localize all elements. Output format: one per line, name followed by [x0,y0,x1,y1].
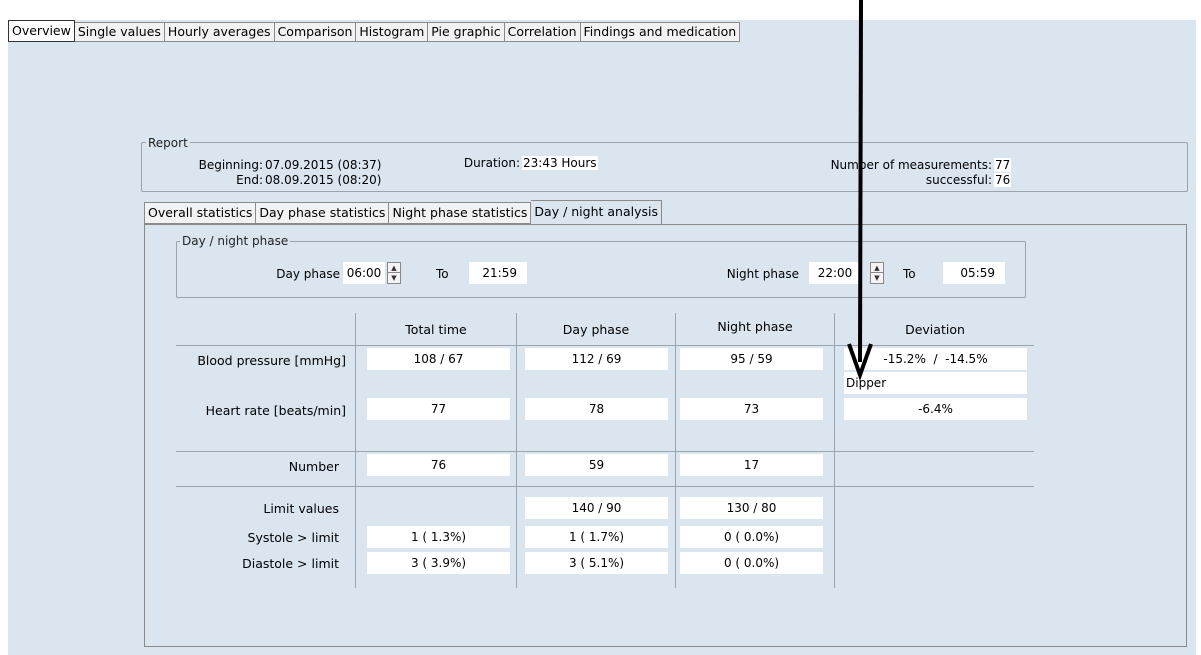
diastole-day: 3 ( 5.1%) [525,552,668,574]
row-label-blood-pressure: Blood pressure [mmHg] [197,353,346,368]
number-total: 76 [367,454,510,476]
spinner-down-icon[interactable]: ▼ [871,273,883,283]
hr-day: 78 [525,398,668,420]
night-phase-start-input[interactable]: 22:00 [809,262,861,284]
systole-day: 1 ( 1.7%) [525,526,668,548]
table-header-divider [176,345,1034,346]
header-day-phase: Day phase [562,322,630,337]
night-to-label: To [903,267,916,281]
tab-day-phase-statistics[interactable]: Day phase statistics [256,202,390,224]
row-label-heart-rate: Heart rate [beats/min] [205,403,346,418]
day-phase-spinner[interactable]: ▲ ▼ [387,262,401,284]
day-to-label: To [436,267,449,281]
day-phase-start-input[interactable]: 06:00 [343,262,385,284]
limit-day: 140 / 90 [525,497,668,519]
row-label-number: Number [288,459,339,474]
tab-hourly-averages[interactable]: Hourly averages [164,22,275,42]
row-label-diastole: Diastole > limit [242,556,339,571]
main-tab-bar: Overview Single values Hourly averages C… [8,20,741,42]
bp-night: 95 / 59 [680,348,823,370]
day-phase-end-input[interactable]: 21:59 [469,262,527,284]
end-value: 08.09.2015 (08:20) [265,173,382,187]
col-divider-1 [355,313,356,588]
tab-findings-medication[interactable]: Findings and medication [580,22,741,42]
limit-night: 130 / 80 [680,497,823,519]
diastole-night: 0 ( 0.0%) [680,552,823,574]
systole-total: 1 ( 1.3%) [367,526,510,548]
col-divider-4 [834,313,835,588]
phase-legend: Day / night phase [180,234,291,248]
number-day: 59 [525,454,668,476]
bp-day: 112 / 69 [525,348,668,370]
night-phase-spinner[interactable]: ▲ ▼ [870,262,884,284]
duration-label: Duration: [463,156,520,170]
measurements-value: 77 [994,158,1012,172]
hr-deviation: -6.4% [844,398,1027,420]
header-total-time: Total time [405,322,467,337]
successful-value: 76 [994,173,1012,187]
header-deviation: Deviation [905,322,965,337]
end-label: End: [236,173,263,187]
report-legend: Report [146,136,190,150]
beginning-value: 07.09.2015 (08:37) [265,158,382,172]
statistics-tab-bar: Overall statistics Day phase statistics … [144,200,662,224]
hr-night: 73 [680,398,823,420]
duration-value: 23:43 Hours [522,156,598,170]
successful-label: successful: [925,173,992,187]
tab-pie-graphic[interactable]: Pie graphic [428,22,505,42]
row-label-limit-values: Limit values [263,501,339,516]
bp-deviation: -15.2% / -14.5% [844,348,1027,370]
row-label-systole: Systole > limit [247,530,339,545]
spinner-up-icon[interactable]: ▲ [388,263,400,273]
tab-single-values[interactable]: Single values [74,22,165,42]
header-night-phase: Night phase [717,319,793,334]
col-divider-3 [675,313,676,588]
spinner-down-icon[interactable]: ▼ [388,273,400,283]
bp-total: 108 / 67 [367,348,510,370]
col-divider-2 [516,313,517,588]
night-phase-end-input[interactable]: 05:59 [943,262,1005,284]
tab-overview[interactable]: Overview [8,20,75,42]
table-divider-number [176,451,1034,452]
tab-overall-statistics[interactable]: Overall statistics [144,202,257,224]
tab-histogram[interactable]: Histogram [356,22,429,42]
tab-day-night-analysis[interactable]: Day / night analysis [531,200,662,224]
measurements-label: Number of measurements: [830,158,992,172]
night-phase-label: Night phase [726,267,799,281]
day-phase-label: Day phase [276,267,340,281]
number-night: 17 [680,454,823,476]
hr-total: 77 [367,398,510,420]
tab-comparison[interactable]: Comparison [274,22,357,42]
systole-night: 0 ( 0.0%) [680,526,823,548]
spinner-up-icon[interactable]: ▲ [871,263,883,273]
dipper-status: Dipper [844,372,1027,394]
diastole-total: 3 ( 3.9%) [367,552,510,574]
table-divider-limits [176,486,1034,487]
tab-night-phase-statistics[interactable]: Night phase statistics [389,202,532,224]
beginning-label: Beginning: [198,158,263,172]
tab-correlation[interactable]: Correlation [504,22,581,42]
